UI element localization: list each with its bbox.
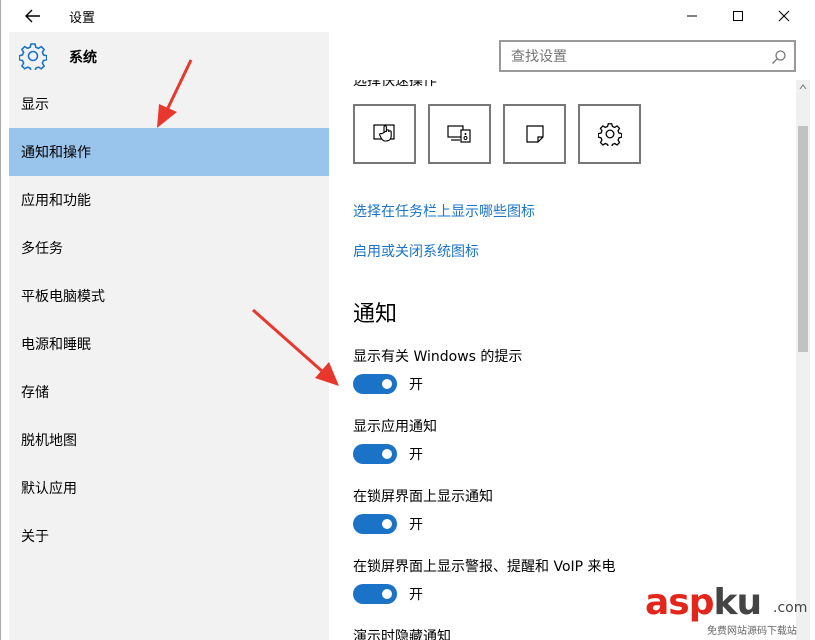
close-icon bbox=[778, 10, 790, 22]
notifications-heading: 通知 bbox=[353, 302, 398, 327]
note-icon bbox=[525, 125, 544, 143]
quick-actions-heading: 选择快速操作 bbox=[353, 80, 437, 89]
watermark-domain: .com bbox=[773, 600, 808, 616]
toggle-row-lock-screen-alarms: 开 bbox=[353, 584, 423, 604]
toggle-lock-screen-notifications[interactable] bbox=[353, 514, 397, 534]
back-button[interactable] bbox=[15, 3, 51, 29]
sidebar: 系统 显示 通知和操作 应用和功能 多任务 平板电脑模式 电源和睡眠 存储 脱机… bbox=[9, 32, 329, 640]
search-icon[interactable] bbox=[770, 48, 788, 66]
scroll-up-button[interactable] bbox=[796, 80, 810, 94]
setting-label-lock-screen-notifications: 在锁屏界面上显示通知 bbox=[353, 489, 493, 505]
sidebar-item-offline-maps[interactable]: 脱机地图 bbox=[9, 416, 329, 464]
minimize-button[interactable] bbox=[669, 0, 715, 32]
taskbar-icons-link[interactable]: 选择在任务栏上显示哪些图标 bbox=[353, 201, 535, 221]
quick-action-project[interactable] bbox=[428, 104, 491, 164]
sidebar-header: 系统 bbox=[9, 32, 329, 80]
maximize-button[interactable] bbox=[715, 0, 761, 32]
scroll-thumb[interactable] bbox=[798, 126, 808, 352]
content-scrollbar[interactable] bbox=[796, 80, 810, 640]
toggle-lock-screen-alarms[interactable] bbox=[353, 584, 397, 604]
sidebar-title: 系统 bbox=[69, 50, 97, 66]
watermark-logo: aspku bbox=[645, 582, 763, 623]
toggle-state-label: 开 bbox=[409, 587, 423, 603]
toggle-knob bbox=[382, 379, 392, 389]
quick-action-tablet-mode[interactable] bbox=[353, 104, 416, 164]
toggle-state-label: 开 bbox=[409, 517, 423, 533]
gear-icon bbox=[19, 43, 47, 70]
sidebar-item-notifications[interactable]: 通知和操作 bbox=[9, 128, 329, 176]
sidebar-item-default-apps[interactable]: 默认应用 bbox=[9, 464, 329, 512]
watermark-tagline: 免费网站源码下载站 bbox=[707, 626, 797, 637]
quick-action-settings[interactable] bbox=[578, 104, 641, 164]
toggle-app-notifications[interactable] bbox=[353, 444, 397, 464]
tablet-mode-icon bbox=[372, 124, 395, 142]
toggle-state-label: 开 bbox=[409, 447, 423, 463]
window-title: 设置 bbox=[69, 11, 96, 26]
toggle-knob bbox=[382, 449, 392, 459]
toggle-row-lock-screen-notifications: 开 bbox=[353, 514, 423, 534]
sidebar-item-tablet-mode[interactable]: 平板电脑模式 bbox=[9, 272, 329, 320]
main-content: 选择快速操作 选择在任务栏上显示哪些图标 启用或关闭系统图标 通知 显示有关 W… bbox=[329, 80, 796, 640]
minimize-icon bbox=[687, 15, 697, 17]
toggle-row-windows-tips: 开 bbox=[353, 374, 423, 394]
sidebar-item-about[interactable]: 关于 bbox=[9, 512, 329, 560]
quick-actions-row bbox=[353, 104, 641, 164]
toggle-knob bbox=[382, 519, 392, 529]
back-arrow-icon bbox=[25, 9, 40, 23]
setting-label-app-notifications: 显示应用通知 bbox=[353, 419, 437, 435]
close-button[interactable] bbox=[761, 0, 807, 32]
toggle-state-label: 开 bbox=[409, 377, 423, 393]
sidebar-item-apps[interactable]: 应用和功能 bbox=[9, 176, 329, 224]
setting-label-windows-tips: 显示有关 Windows 的提示 bbox=[353, 349, 523, 365]
setting-label-lock-screen-alarms: 在锁屏界面上显示警报、提醒和 VoIP 来电 bbox=[353, 559, 616, 575]
toggle-row-app-notifications: 开 bbox=[353, 444, 423, 464]
maximize-icon bbox=[733, 11, 743, 21]
search-box[interactable] bbox=[499, 40, 796, 72]
toggle-knob bbox=[382, 589, 392, 599]
search-input[interactable] bbox=[511, 47, 761, 67]
setting-label-hide-when-presenting: 演示时隐藏通知 bbox=[353, 629, 451, 640]
toggle-windows-tips[interactable] bbox=[353, 374, 397, 394]
project-icon bbox=[446, 125, 471, 143]
sidebar-item-display[interactable]: 显示 bbox=[9, 80, 329, 128]
sidebar-item-power-sleep[interactable]: 电源和睡眠 bbox=[9, 320, 329, 368]
sidebar-nav: 显示 通知和操作 应用和功能 多任务 平板电脑模式 电源和睡眠 存储 脱机地图 … bbox=[9, 80, 329, 560]
title-bar: 设置 bbox=[1, 0, 815, 32]
chevron-up-icon bbox=[799, 84, 807, 90]
watermark-brand-asp: asp bbox=[645, 582, 714, 623]
quick-action-note[interactable] bbox=[503, 104, 566, 164]
watermark: aspku .com 免费网站源码下载站 bbox=[631, 580, 811, 638]
system-icons-link[interactable]: 启用或关闭系统图标 bbox=[353, 241, 479, 261]
sidebar-item-multitasking[interactable]: 多任务 bbox=[9, 224, 329, 272]
settings-gear-icon bbox=[597, 123, 622, 146]
sidebar-item-storage[interactable]: 存储 bbox=[9, 368, 329, 416]
settings-window: 设置 系统 显示 通知和操作 应用和功能 多任务 平板电脑模式 电源和睡眠 存储… bbox=[0, 0, 815, 640]
watermark-brand-ku: ku bbox=[713, 582, 763, 623]
